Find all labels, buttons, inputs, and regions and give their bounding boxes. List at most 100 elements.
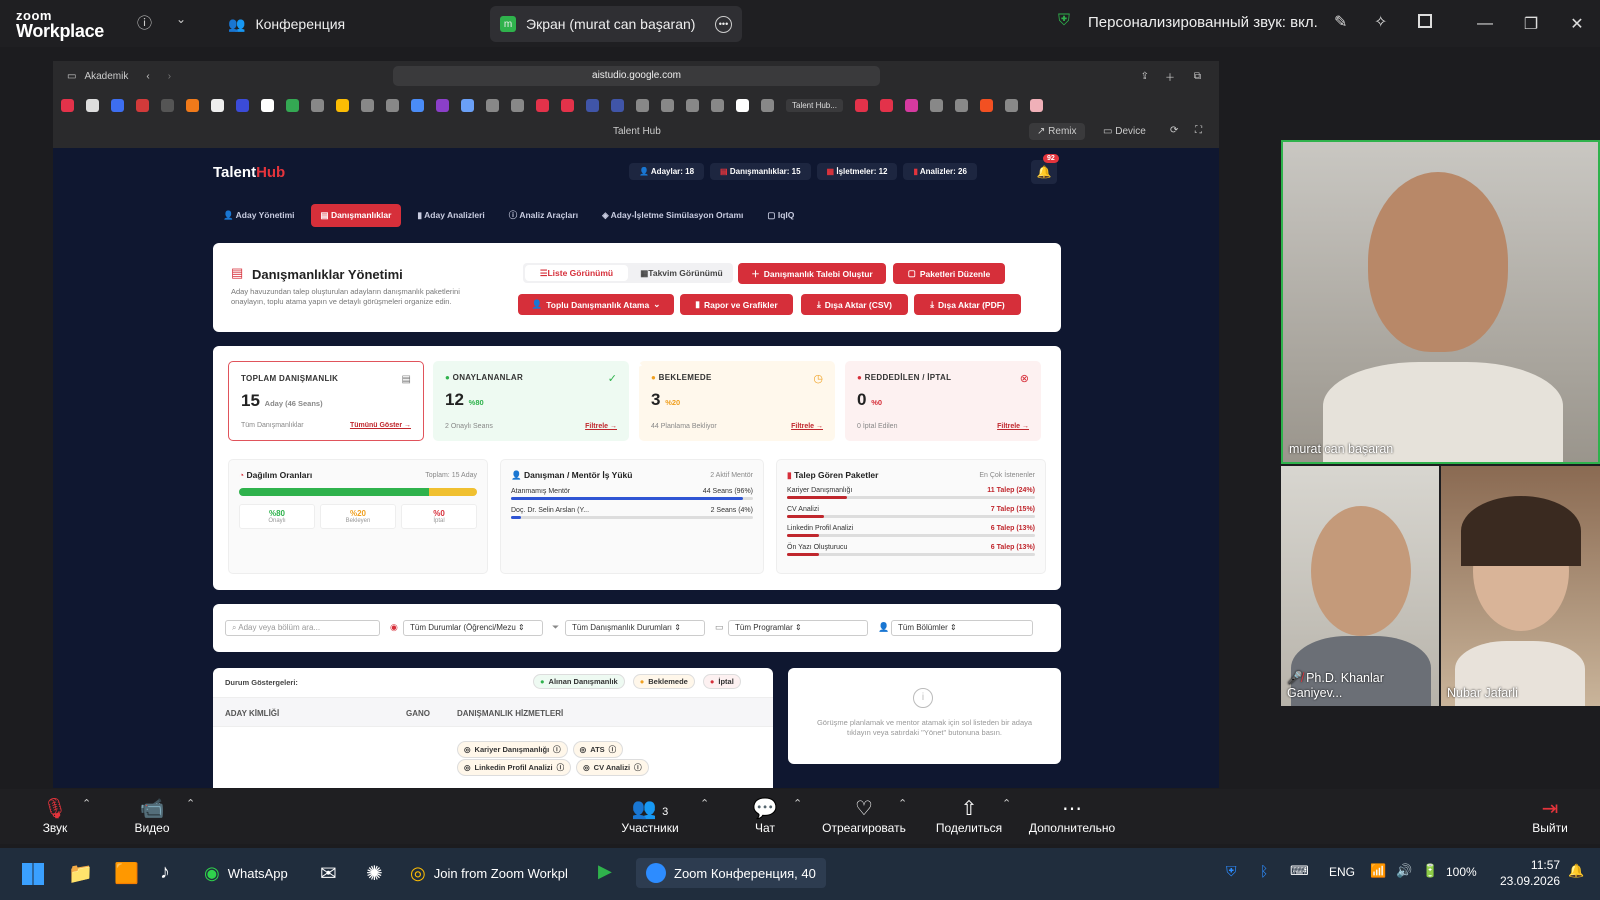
pen-icon[interactable]: ✎ — [1334, 12, 1347, 32]
col-services[interactable]: DANIŞMANLIK HİZMETLERİ — [457, 709, 563, 718]
github-icon[interactable] — [211, 98, 224, 112]
package-row[interactable]: CV Analizi 7 Talep (15%) — [787, 506, 1035, 518]
col-candidate-id[interactable]: ADAY KİMLİĞİ — [225, 709, 279, 718]
leave-button[interactable]: ⇥ Выйти — [1530, 797, 1570, 835]
show-all-link[interactable]: Tümünü Göster → — [350, 422, 411, 429]
report-button[interactable]: ▮ Rapor ve Grafikler — [680, 294, 793, 315]
new-tab-icon[interactable]: ＋ — [1165, 69, 1175, 84]
nav-iqiq[interactable]: ▢ IqIQ — [759, 205, 802, 226]
tab-conference[interactable]: 👥 Конференция — [218, 6, 355, 42]
chevron-up-icon[interactable]: ⌃ — [1002, 797, 1011, 810]
more-icon[interactable]: ••• — [715, 15, 732, 33]
tab-icon[interactable] — [904, 98, 918, 112]
minimize-icon[interactable]: — — [1462, 15, 1508, 33]
tab-icon[interactable] — [236, 98, 249, 112]
tab-icon[interactable] — [954, 98, 968, 112]
start-icon[interactable] — [22, 863, 44, 885]
taskbar-zoom[interactable]: Zoom Конференция, 40 — [636, 858, 826, 888]
bulk-assign-button[interactable]: 👤 Toplu Danışmanlık Atama ⌄ — [518, 294, 674, 315]
tab-icon[interactable] — [854, 98, 868, 112]
tab-icon[interactable] — [386, 98, 399, 112]
outlook-icon[interactable]: ✉ — [320, 861, 337, 886]
chevron-up-icon[interactable]: ⌃ — [898, 797, 907, 810]
counter-businesses[interactable]: ▦ İşletmeler: 12 — [816, 163, 898, 180]
language-indicator[interactable]: ENG — [1329, 865, 1355, 879]
app-icon[interactable]: ▶ — [598, 861, 612, 882]
package-row[interactable]: Linkedin Profil Analizi 6 Talep (13%) — [787, 525, 1035, 537]
taskbar-whatsapp[interactable]: ◉ WhatsApp — [204, 858, 288, 888]
filter-link[interactable]: Filtrele → — [791, 423, 823, 430]
nav-simulation[interactable]: ◈ Aday-İşletme Simülasyon Ortamı — [594, 205, 751, 226]
bluetooth-icon[interactable]: ᛒ — [1260, 863, 1268, 879]
mentor-row[interactable]: Atanmamış Mentör 44 Seans (96%) — [511, 488, 753, 500]
device-button[interactable]: ▭ Device — [1103, 126, 1146, 137]
tab-icon[interactable] — [286, 98, 299, 112]
tab-icon[interactable] — [486, 98, 499, 112]
tab-icon[interactable] — [311, 98, 324, 112]
tab-icon[interactable] — [879, 98, 893, 112]
tabs-icon[interactable]: ⧉ — [1194, 71, 1201, 82]
mentor-row[interactable]: Doç. Dr. Selin Arslan (Y... 2 Seans (4%) — [511, 507, 753, 519]
nav-analysis-tools[interactable]: ⓘ Analiz Araçları — [501, 204, 586, 226]
chevron-up-icon[interactable]: ⌃ — [700, 797, 709, 810]
counter-analyses[interactable]: ▮ Analizler: 26 — [903, 163, 977, 180]
chat-button[interactable]: 💬 Чат — [750, 797, 780, 835]
tab-icon[interactable] — [636, 98, 649, 112]
refresh-icon[interactable]: ⟳ — [1170, 125, 1178, 136]
status-filter[interactable]: Tüm Durumlar (Öğrenci/Mezu ⇕ — [403, 620, 543, 636]
tab-icon[interactable] — [711, 98, 724, 112]
chevron-up-icon[interactable]: ⌃ — [82, 797, 91, 810]
forward-icon[interactable]: › — [168, 71, 171, 82]
bell-icon[interactable]: 🔔 — [1031, 160, 1057, 184]
taskbar-chrome[interactable]: ◎ Join from Zoom Workpl — [410, 858, 568, 888]
back-icon[interactable]: ‹ — [146, 71, 149, 82]
nav-candidate-analyses[interactable]: ▮ Aday Analizleri — [409, 205, 492, 226]
fullscreen-icon[interactable]: ⛶ — [1195, 125, 1202, 136]
tab-icon[interactable] — [261, 98, 274, 112]
tab-icon[interactable] — [929, 98, 943, 112]
tab-screen-share[interactable]: m Экран (murat can başaran) ••• — [490, 6, 742, 42]
tab-icon[interactable] — [461, 98, 474, 112]
react-button[interactable]: ♡ Отреагировать — [818, 797, 910, 835]
battery-icon[interactable]: 🔋 — [1422, 863, 1438, 879]
edit-packages-button[interactable]: ▢ Paketleri Düzenle — [893, 263, 1005, 284]
share-button[interactable]: ⇧ Поделиться — [932, 797, 1006, 835]
nav-consultancies[interactable]: ▤ Danışmanlıklar — [310, 203, 402, 227]
layout-icon[interactable] — [1418, 14, 1432, 28]
package-row[interactable]: Kariyer Danışmanlığı 11 Talep (24%) — [787, 487, 1035, 499]
participants-button[interactable]: 👥 3 Участники — [618, 797, 682, 835]
stat-rejected[interactable]: ● REDDEDİLEN / İPTAL ⊗ 0 %0 0 İptal Edil… — [845, 361, 1041, 441]
list-view-button[interactable]: ☰ Liste Görünümü — [525, 265, 628, 281]
active-tab[interactable]: Talent Hub... — [786, 98, 843, 112]
shield-icon[interactable]: ⛨ — [1226, 863, 1237, 880]
participant-video[interactable]: 🎤̸ Ph.D. Khanlar Ganiyev... — [1281, 466, 1439, 706]
tab-icon[interactable] — [61, 98, 74, 112]
notification-icon[interactable]: 🔔 — [1568, 863, 1584, 879]
video-button[interactable]: 📹 Видео — [132, 797, 172, 835]
search-input[interactable]: ⌕ Aday veya bölüm ara... — [225, 620, 380, 636]
counter-consultancies[interactable]: ▤ Danışmanlıklar: 15 — [710, 163, 811, 180]
tab-icon[interactable] — [86, 98, 99, 112]
package-row[interactable]: Ön Yazı Oluşturucu 6 Talep (13%) — [787, 544, 1035, 556]
participant-video[interactable]: Nubar Jafarli — [1441, 466, 1600, 706]
table-row[interactable]: ◎ Linkedin Profil Analizi ⓘ ◎ CV Analizi… — [457, 759, 649, 776]
tab-icon[interactable] — [761, 98, 774, 112]
tab-icon[interactable] — [611, 98, 624, 112]
tab-icon[interactable] — [361, 98, 374, 112]
audio-button[interactable]: 🎙 Звук — [38, 797, 72, 835]
remix-button[interactable]: ↗ Remix — [1029, 123, 1085, 140]
sidebar-icon[interactable]: ▭ — [67, 71, 76, 82]
tab-icon[interactable] — [436, 98, 449, 112]
tab-icon[interactable] — [586, 98, 599, 112]
volume-icon[interactable]: 🔊 — [1396, 863, 1412, 879]
sparkle-icon[interactable]: ✧ — [1374, 12, 1387, 32]
info-icon[interactable]: ⓘ — [137, 12, 152, 33]
tab-icon[interactable] — [161, 98, 174, 112]
filter-link[interactable]: Filtrele → — [585, 423, 617, 430]
tiktok-icon[interactable]: ♪ — [160, 861, 170, 884]
consultancy-status-filter[interactable]: Tüm Danışmanlık Durumları ⇕ — [565, 620, 705, 636]
tab-icon[interactable] — [979, 98, 993, 112]
input-icon[interactable]: ⌨ — [1290, 863, 1309, 879]
chevron-up-icon[interactable]: ⌃ — [793, 797, 802, 810]
app-icon[interactable]: 🟧 — [114, 861, 139, 886]
